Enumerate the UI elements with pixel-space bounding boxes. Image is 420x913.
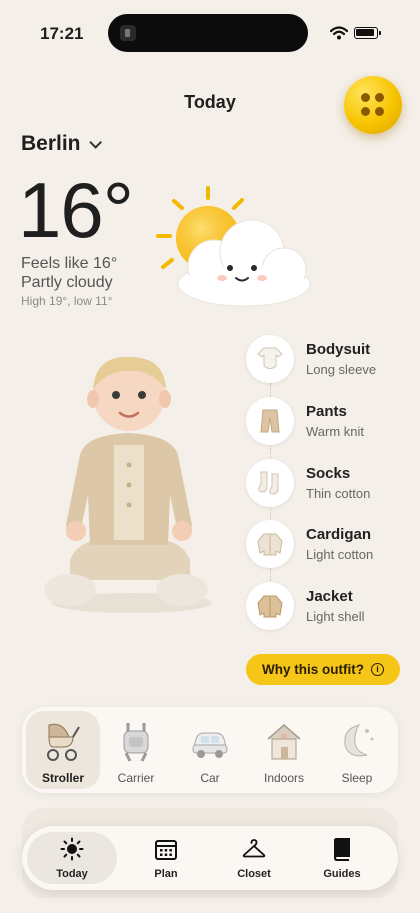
context-indoors[interactable]: Indoors	[247, 711, 321, 789]
feels-like: Feels like 16°	[21, 255, 118, 272]
why-outfit-button[interactable]: Why this outfit? i	[246, 654, 400, 685]
stroller-icon	[47, 723, 80, 761]
house-icon	[267, 724, 301, 760]
context-car[interactable]: Car	[173, 711, 247, 789]
tab-bar: Today Plan Closet Guides	[22, 826, 398, 890]
hanger-icon	[242, 839, 266, 858]
context-selector: Stroller Carrier Car Indoors Sleep	[22, 707, 398, 793]
chevron-down-icon	[88, 135, 102, 149]
tab-guides[interactable]: Guides	[297, 832, 387, 884]
tab-today[interactable]: Today	[27, 832, 117, 884]
sun-icon	[60, 837, 84, 861]
outfit-item-bodysuit[interactable]: Bodysuit Long sleeve	[246, 335, 416, 385]
baby-outfit-illustration	[44, 356, 212, 613]
location-name: Berlin	[21, 132, 81, 155]
context-sleep[interactable]: Sleep	[320, 711, 394, 789]
battery-icon	[354, 27, 381, 39]
car-icon	[192, 732, 228, 758]
high-low: High 19°, low 11°	[21, 294, 113, 308]
context-carrier[interactable]: Carrier	[99, 711, 173, 789]
outfit-item-socks[interactable]: Socks Thin cotton	[246, 459, 416, 509]
weather-condition: Partly cloudy	[21, 274, 113, 291]
book-icon	[333, 838, 350, 861]
why-outfit-label: Why this outfit?	[262, 662, 364, 677]
speaker-icon	[120, 25, 136, 41]
calendar-icon	[155, 840, 177, 860]
pants-icon	[246, 397, 294, 445]
outfit-item-cardigan[interactable]: Cardigan Light cotton	[246, 520, 416, 570]
moon-icon	[344, 724, 374, 757]
outfit-item-jacket[interactable]: Jacket Light shell	[246, 582, 416, 632]
context-stroller[interactable]: Stroller	[26, 711, 100, 789]
dynamic-island	[108, 14, 308, 52]
outfit-item-pants[interactable]: Pants Warm knit	[246, 397, 416, 447]
location-selector[interactable]: Berlin	[21, 132, 102, 156]
sun-cloud-icon	[156, 186, 311, 307]
tab-closet[interactable]: Closet	[209, 832, 299, 884]
profile-button-avatar[interactable]	[344, 76, 402, 134]
status-time: 17:21	[40, 24, 84, 43]
jacket-icon	[246, 582, 294, 630]
wifi-icon	[330, 26, 348, 40]
info-icon: i	[370, 663, 384, 676]
carrier-icon	[123, 723, 149, 762]
temperature: 16°	[18, 166, 134, 254]
cardigan-icon	[246, 520, 294, 568]
socks-icon	[246, 459, 294, 507]
bodysuit-icon	[246, 335, 294, 383]
tab-plan[interactable]: Plan	[121, 832, 211, 884]
